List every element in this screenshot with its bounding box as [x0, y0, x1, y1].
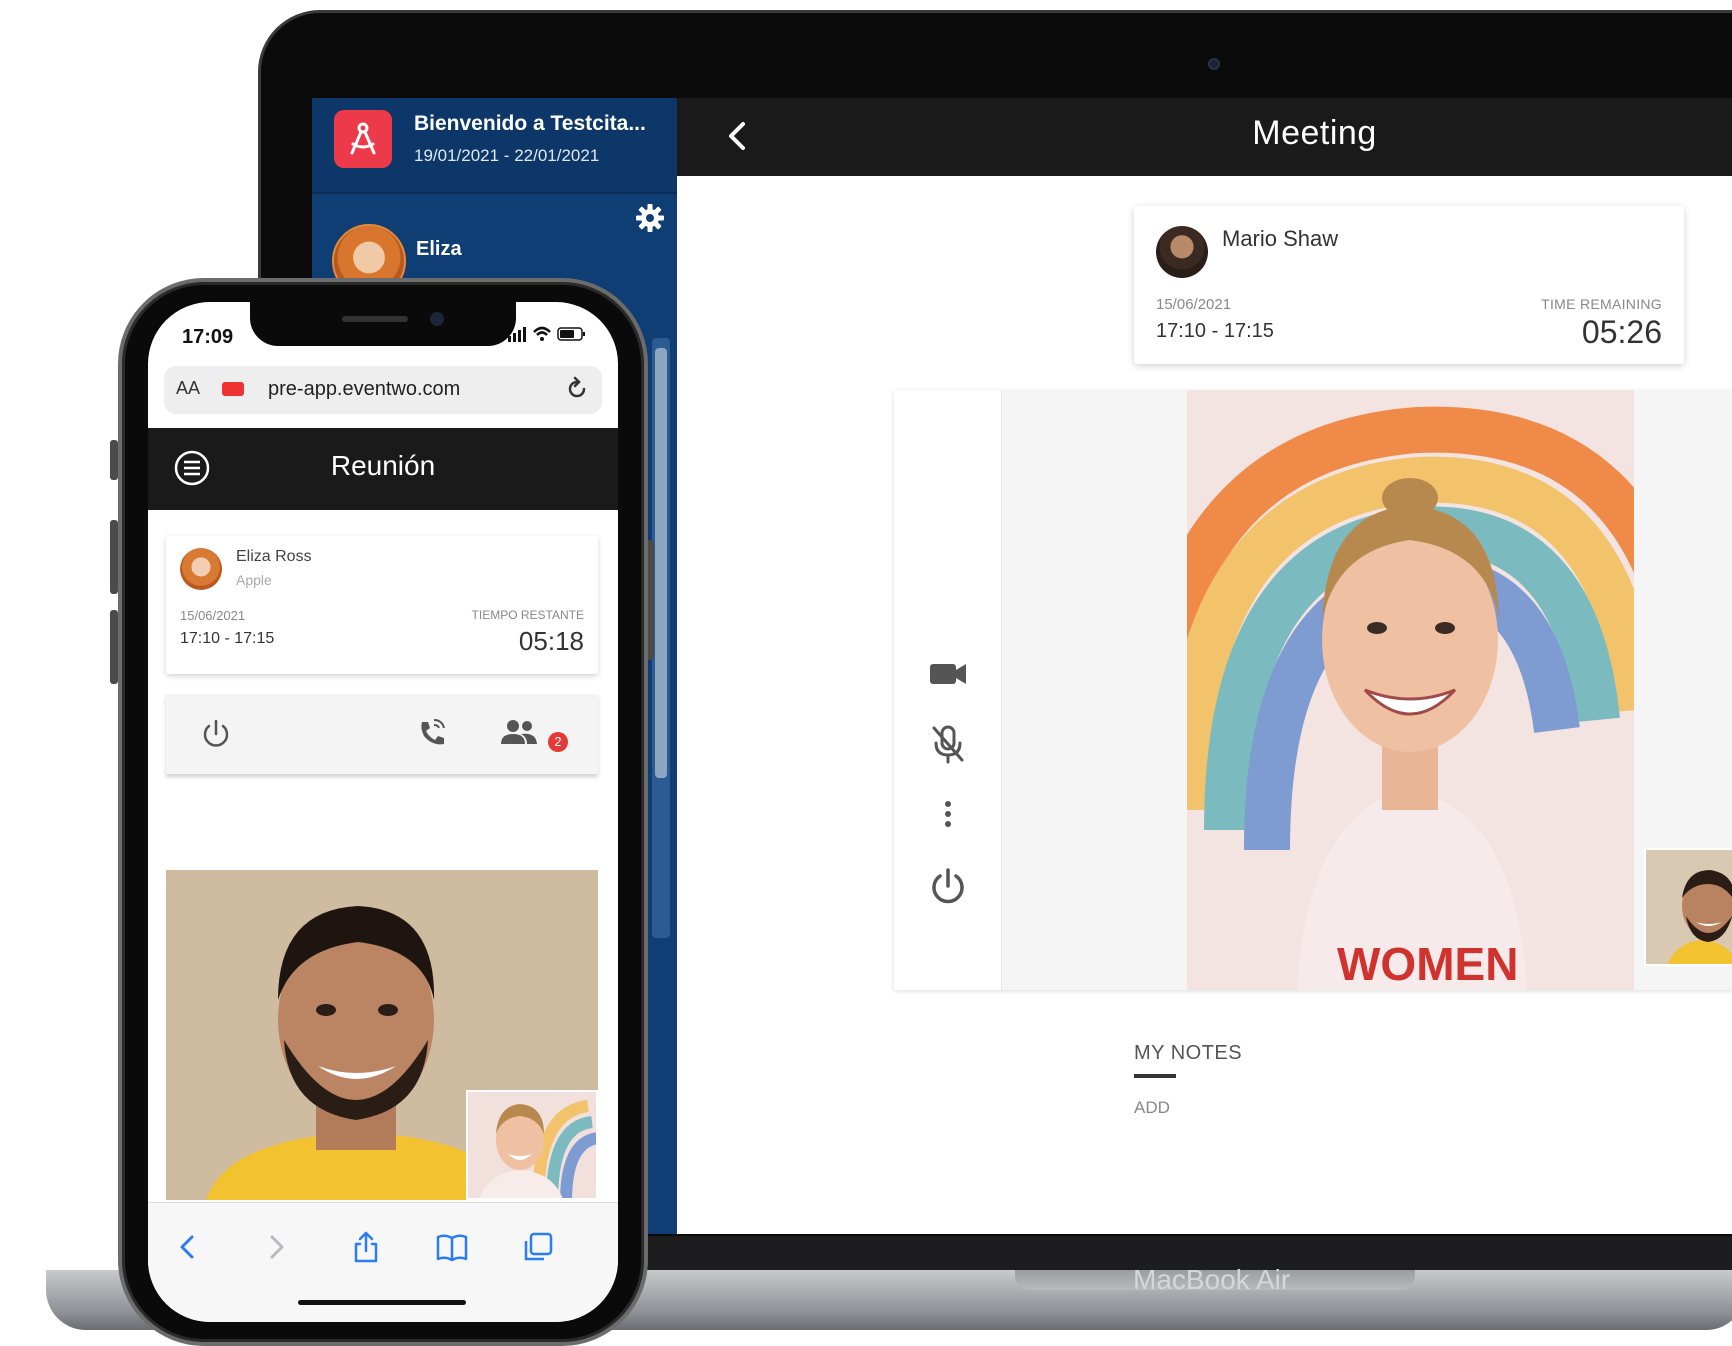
status-time: 17:09	[182, 326, 234, 348]
meeting-time-range: 17:10 - 17:15	[1156, 320, 1274, 342]
phone-volume-down	[110, 610, 118, 684]
event-dates: 19/01/2021 - 22/01/2021	[414, 146, 600, 165]
meeting-card: Mario Shaw 15/06/2021 17:10 - 17:15 TIME…	[1134, 206, 1684, 364]
recording-icon	[222, 382, 244, 396]
compass-icon	[334, 110, 392, 168]
phone-notch	[250, 302, 516, 346]
webcam-icon	[1208, 58, 1220, 70]
front-camera-icon	[430, 312, 444, 326]
video-camera-icon[interactable]	[926, 652, 970, 696]
avatar	[180, 548, 222, 590]
video-panel: WOMEN	[894, 390, 1732, 990]
meeting-time-range: 17:10 - 17:15	[180, 630, 275, 647]
scrollbar-thumb[interactable]	[655, 348, 667, 778]
call-controls: 2	[166, 694, 598, 774]
share-icon[interactable]	[348, 1229, 384, 1265]
time-remaining: 05:18	[518, 626, 584, 656]
url-address[interactable]: pre-app.eventwo.com	[268, 378, 460, 401]
status-icons	[508, 324, 588, 349]
avatar	[1156, 226, 1208, 278]
tab-my-notes[interactable]: MY NOTES	[1134, 1042, 1242, 1065]
self-view-video	[466, 1090, 598, 1200]
main-video: WOMEN	[1187, 390, 1634, 990]
contact-name: Mario Shaw	[1222, 226, 1339, 251]
topbar: Meeting	[677, 98, 1732, 176]
meeting-date: 15/06/2021	[180, 608, 246, 623]
chevron-left-icon[interactable]	[170, 1229, 206, 1265]
time-remaining-label: TIME REMAINING	[1541, 296, 1662, 312]
contact-company: Apple	[236, 572, 272, 588]
sidebar-scrollbar[interactable]	[652, 338, 670, 938]
phone-screen: 17:09 AA pre-app.eventwo.com Reunión Eli…	[148, 302, 618, 1322]
tabs-icon[interactable]	[520, 1229, 556, 1265]
meeting-card: Eliza Ross Apple 15/06/2021 17:10 - 17:1…	[166, 536, 598, 674]
phone-appbar: Reunión	[148, 428, 618, 510]
people-icon[interactable]	[496, 714, 546, 754]
more-vertical-icon[interactable]	[926, 792, 970, 836]
video-controls	[894, 390, 1002, 990]
phone-call-icon[interactable]	[412, 714, 452, 754]
time-remaining: 05:26	[1581, 314, 1662, 350]
contact-name: Eliza Ross	[236, 548, 312, 565]
power-icon[interactable]	[926, 864, 970, 908]
event-header[interactable]: Bienvenido a Testcita... 19/01/2021 - 22…	[312, 98, 677, 194]
home-indicator[interactable]	[298, 1300, 466, 1305]
text-size-button[interactable]: AA	[176, 378, 200, 399]
reload-icon[interactable]	[564, 376, 590, 402]
chevron-right-icon[interactable]	[258, 1229, 294, 1265]
meeting-date: 15/06/2021	[1156, 296, 1232, 313]
svg-text:WOMEN: WOMEN	[1337, 938, 1518, 990]
power-icon[interactable]	[196, 714, 236, 754]
sidebar-user-name: Eliza	[416, 238, 462, 260]
bookmarks-icon[interactable]	[434, 1229, 470, 1265]
main-video	[166, 870, 598, 1200]
device-label: MacBook Air	[1133, 1264, 1291, 1295]
participants-badge: 2	[548, 732, 568, 752]
phone-volume-up	[110, 520, 118, 594]
self-view-video	[1644, 848, 1732, 966]
add-note-button[interactable]: ADD	[1134, 1098, 1170, 1118]
url-bar[interactable]: AA pre-app.eventwo.com	[164, 366, 602, 414]
phone-mute-switch	[110, 440, 118, 480]
tab-indicator	[1134, 1074, 1176, 1078]
event-title: Bienvenido a Testcita...	[414, 112, 646, 135]
gear-icon[interactable]	[634, 202, 666, 234]
time-remaining-label: TIEMPO RESTANTE	[471, 608, 584, 622]
page-title: Meeting	[1252, 114, 1377, 152]
mic-off-icon[interactable]	[926, 722, 970, 766]
speaker-grille	[342, 316, 408, 322]
page-title: Reunión	[330, 450, 436, 481]
